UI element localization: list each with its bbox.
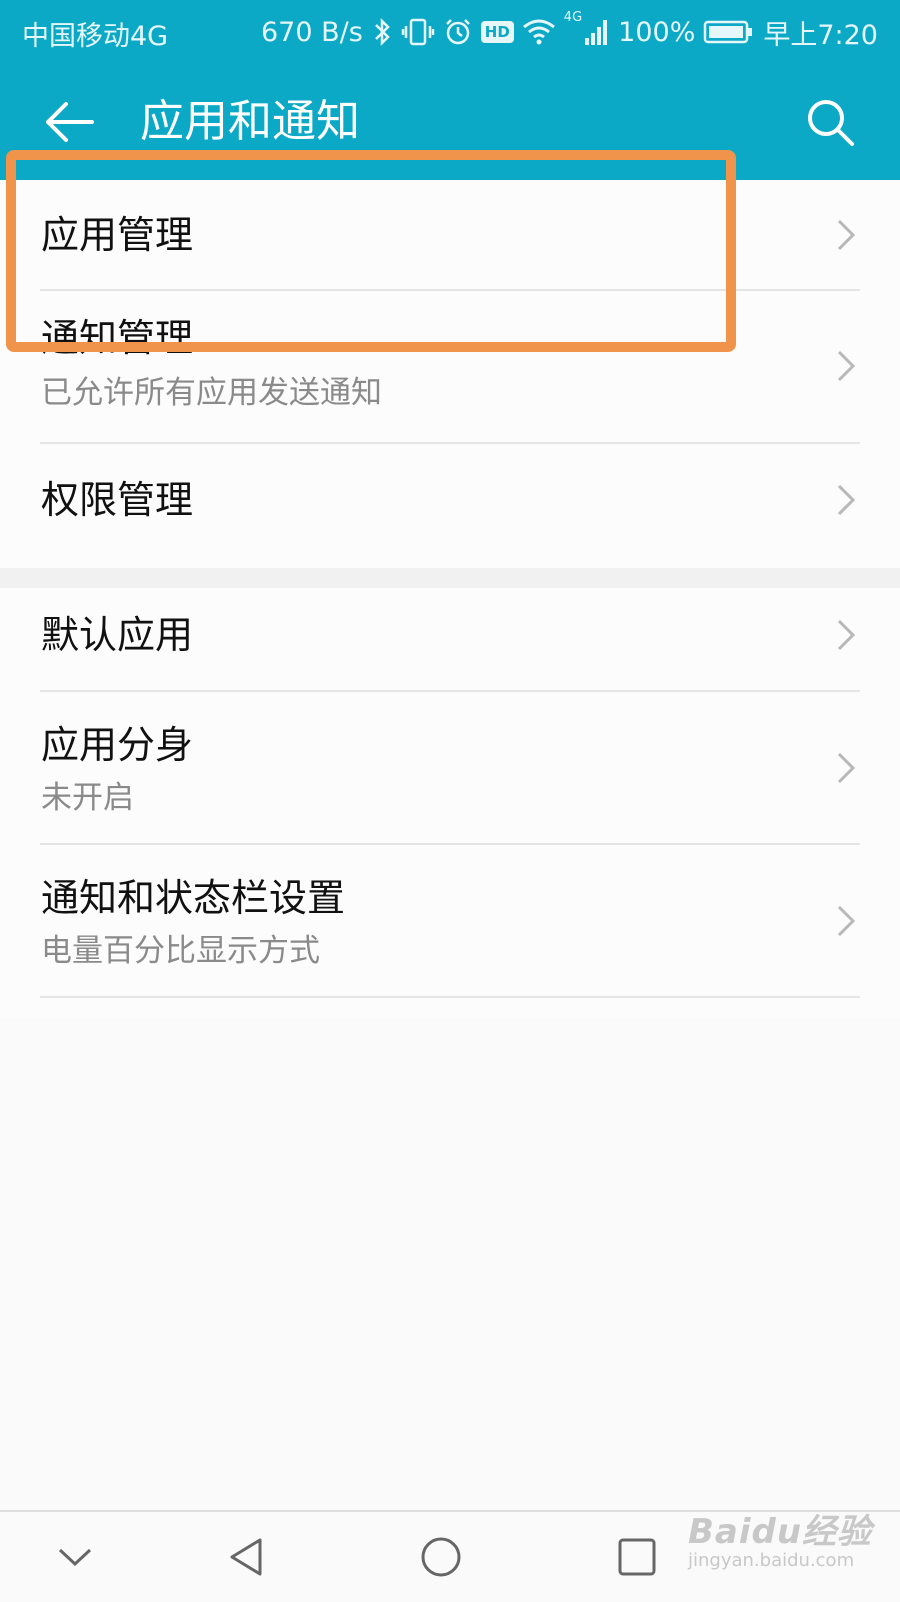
chevron-right-icon [837,350,856,382]
list-item-subtitle: 未开启 [41,780,134,816]
vibrate-icon [401,18,435,46]
wifi-icon [522,19,555,45]
battery-icon [704,20,753,44]
watermark-brand: Baidu经验 [688,1512,873,1552]
list-item-title: 权限管理 [41,478,194,522]
page-title: 应用和通知 [140,96,360,147]
search-button[interactable] [800,92,860,152]
network-type: 4G [563,10,583,25]
clock: 早上7:20 [763,19,878,51]
network-speed: 670 B/s [260,16,363,48]
alarm-icon [445,19,470,45]
list-item-title: 默认应用 [41,613,194,657]
recents-square-icon[interactable] [612,1532,662,1582]
list-item-permission-management[interactable]: 权限管理 [0,444,900,568]
watermark-domain: jingyan.baidu.com [688,1550,855,1571]
back-triangle-icon[interactable] [222,1532,272,1582]
status-icons: 670 B/s HD 4G 100% 早上7:20 [261,10,878,54]
signal-icon [585,20,608,45]
highlight-annotation-box [6,150,736,352]
settings-group-2: 默认应用 应用分身 未开启 通知和状态栏设置 电量百分比显示方式 [0,588,900,1018]
list-item-default-apps[interactable]: 默认应用 [0,588,900,690]
list-item-subtitle: 已允许所有应用发送通知 [41,375,382,411]
list-item-app-twin[interactable]: 应用分身 未开启 [0,692,900,843]
status-bar: 中国移动4G 670 B/s HD 4G 100% 早上7:20 [0,0,900,64]
chevron-right-icon [837,219,856,251]
list-item-title: 通知和状态栏设置 [41,876,346,920]
bluetooth-icon [374,17,390,47]
hd-badge: HD [480,21,514,43]
chevron-right-icon [837,905,856,937]
collapse-chevron-icon[interactable] [50,1532,100,1582]
list-item-notification-statusbar-settings[interactable]: 通知和状态栏设置 电量百分比显示方式 [0,845,900,996]
list-item-title: 应用分身 [41,723,194,767]
carrier-label: 中国移动4G [22,21,169,52]
watermark: Baidu经验 jingyan.baidu.com [688,1500,878,1590]
chevron-right-icon [837,619,856,651]
chevron-right-icon [837,752,856,784]
home-circle-icon[interactable] [416,1532,466,1582]
battery-percent: 100% [618,16,696,48]
section-gap [0,568,900,588]
list-item-subtitle: 电量百分比显示方式 [41,933,320,969]
chevron-right-icon [837,484,856,516]
search-icon [808,100,854,146]
back-arrow-icon [46,102,94,142]
divider [40,996,860,998]
back-button[interactable] [40,92,100,152]
